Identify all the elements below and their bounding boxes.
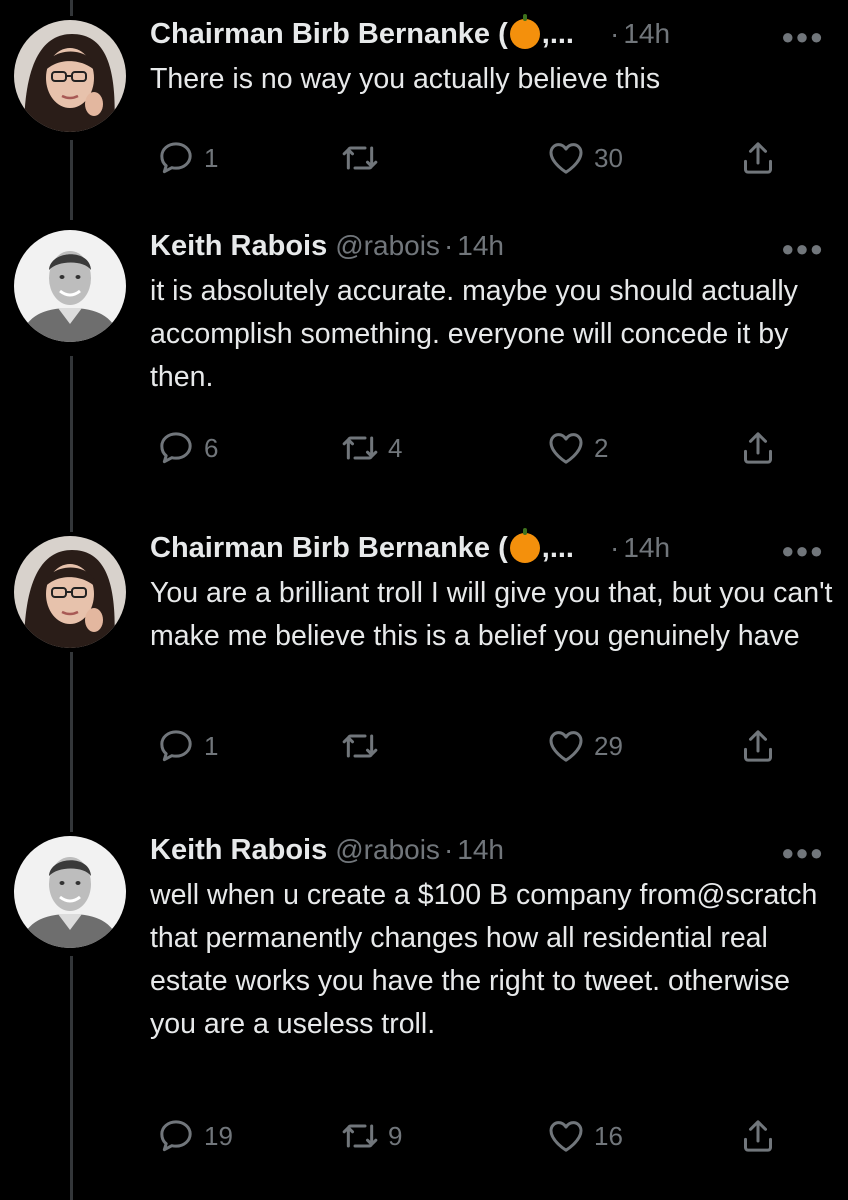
more-icon[interactable]: ●●● — [781, 840, 824, 866]
more-icon[interactable]: ●●● — [781, 24, 824, 50]
share-button[interactable] — [738, 724, 778, 768]
retweet-count: 9 — [388, 1120, 403, 1151]
avatar[interactable] — [14, 230, 126, 342]
share-icon — [744, 730, 772, 762]
action-bar: 19 9 16 — [150, 1114, 790, 1158]
separator: · — [610, 18, 620, 49]
tweet[interactable]: Chairman Birb Bernanke ( ,... · 14h ●●● … — [0, 14, 848, 204]
woman-glasses-avatar — [14, 20, 126, 132]
man-smiling-avatar — [14, 836, 126, 948]
share-icon — [744, 432, 772, 464]
like-button[interactable]: 16 — [546, 1114, 623, 1158]
tweet-header: Chairman Birb Bernanke ( ,... · 14h — [150, 528, 828, 568]
retweet-button[interactable] — [340, 724, 388, 768]
reply-count: 1 — [204, 730, 219, 761]
retweet-button[interactable]: 9 — [340, 1114, 402, 1158]
like-count: 16 — [594, 1120, 623, 1151]
display-name[interactable]: Chairman Birb Bernanke ( — [150, 18, 508, 51]
heart-icon — [549, 433, 583, 464]
heart-icon — [549, 731, 583, 762]
pumpkin-emoji-icon — [509, 528, 540, 563]
share-button[interactable] — [738, 1114, 778, 1158]
heart-icon — [549, 143, 583, 174]
retweet-icon — [342, 436, 378, 460]
action-bar: 1 30 — [150, 136, 790, 180]
tweet[interactable]: Chairman Birb Bernanke ( ,... · 14h ●●● … — [0, 528, 848, 788]
tweet-text: There is no way you actually believe thi… — [150, 63, 661, 95]
action-bar: 1 29 — [150, 724, 790, 768]
timestamp[interactable]: 14h — [457, 834, 504, 866]
user-handle[interactable]: @rabois — [335, 230, 440, 262]
display-name-suffix: ,... — [541, 17, 574, 50]
share-button[interactable] — [738, 136, 778, 180]
display-name[interactable]: Keith Rabois — [150, 834, 327, 867]
tweet-text: well when u create a $100 B company from… — [150, 879, 818, 1040]
reply-count: 6 — [204, 432, 219, 463]
action-bar: 6 4 2 — [150, 426, 790, 470]
man-smiling-avatar — [14, 230, 126, 342]
tweet-header: Keith Rabois @rabois · 14h — [150, 226, 828, 266]
reply-icon — [160, 730, 192, 762]
like-count: 2 — [594, 432, 609, 463]
retweet-button[interactable]: 4 — [340, 426, 402, 470]
like-button[interactable]: 30 — [546, 136, 623, 180]
retweet-icon — [342, 1124, 378, 1148]
separator: · — [443, 230, 454, 261]
separator: · — [610, 532, 620, 563]
like-button[interactable]: 2 — [546, 426, 608, 470]
separator: · — [443, 834, 454, 865]
reply-icon — [160, 142, 192, 174]
share-icon — [744, 1120, 772, 1152]
heart-icon — [549, 1121, 583, 1152]
tweet-text: it is absolutely accurate. maybe you sho… — [150, 275, 798, 393]
like-count: 29 — [594, 730, 623, 761]
reply-icon — [160, 1120, 192, 1152]
tweet[interactable]: Keith Rabois @rabois · 14h ●●● well when… — [0, 830, 848, 1170]
reply-count: 1 — [204, 142, 219, 173]
share-icon — [744, 142, 772, 174]
retweet-icon — [342, 734, 378, 758]
display-name-suffix: ,... — [541, 531, 574, 564]
display-name[interactable]: Keith Rabois — [150, 230, 327, 263]
timestamp[interactable]: 14h — [623, 18, 670, 50]
retweet-icon — [342, 146, 378, 170]
woman-glasses-avatar — [14, 536, 126, 648]
avatar[interactable] — [14, 836, 126, 948]
reply-button[interactable]: 1 — [156, 724, 218, 768]
more-icon[interactable]: ●●● — [781, 538, 824, 564]
timestamp[interactable]: 14h — [623, 532, 670, 564]
like-count: 30 — [594, 142, 623, 173]
tweet[interactable]: Keith Rabois @rabois · 14h ●●● it is abs… — [0, 226, 848, 486]
timestamp[interactable]: 14h — [457, 230, 504, 262]
tweet-text: You are a brilliant troll I will give yo… — [150, 577, 833, 652]
share-button[interactable] — [738, 426, 778, 470]
reply-button[interactable]: 1 — [156, 136, 218, 180]
reply-icon — [160, 432, 192, 464]
user-handle[interactable]: @rabois — [335, 834, 440, 866]
display-name[interactable]: Chairman Birb Bernanke ( — [150, 532, 508, 565]
reply-count: 19 — [204, 1120, 233, 1151]
reply-button[interactable]: 6 — [156, 426, 218, 470]
tweet-header: Chairman Birb Bernanke ( ,... · 14h — [150, 14, 828, 54]
avatar[interactable] — [14, 20, 126, 132]
retweet-button[interactable] — [340, 136, 388, 180]
tweet-header: Keith Rabois @rabois · 14h — [150, 830, 828, 870]
more-icon[interactable]: ●●● — [781, 236, 824, 262]
pumpkin-emoji-icon — [509, 14, 540, 49]
reply-button[interactable]: 19 — [156, 1114, 233, 1158]
retweet-count: 4 — [388, 432, 403, 463]
like-button[interactable]: 29 — [546, 724, 623, 768]
avatar[interactable] — [14, 536, 126, 648]
